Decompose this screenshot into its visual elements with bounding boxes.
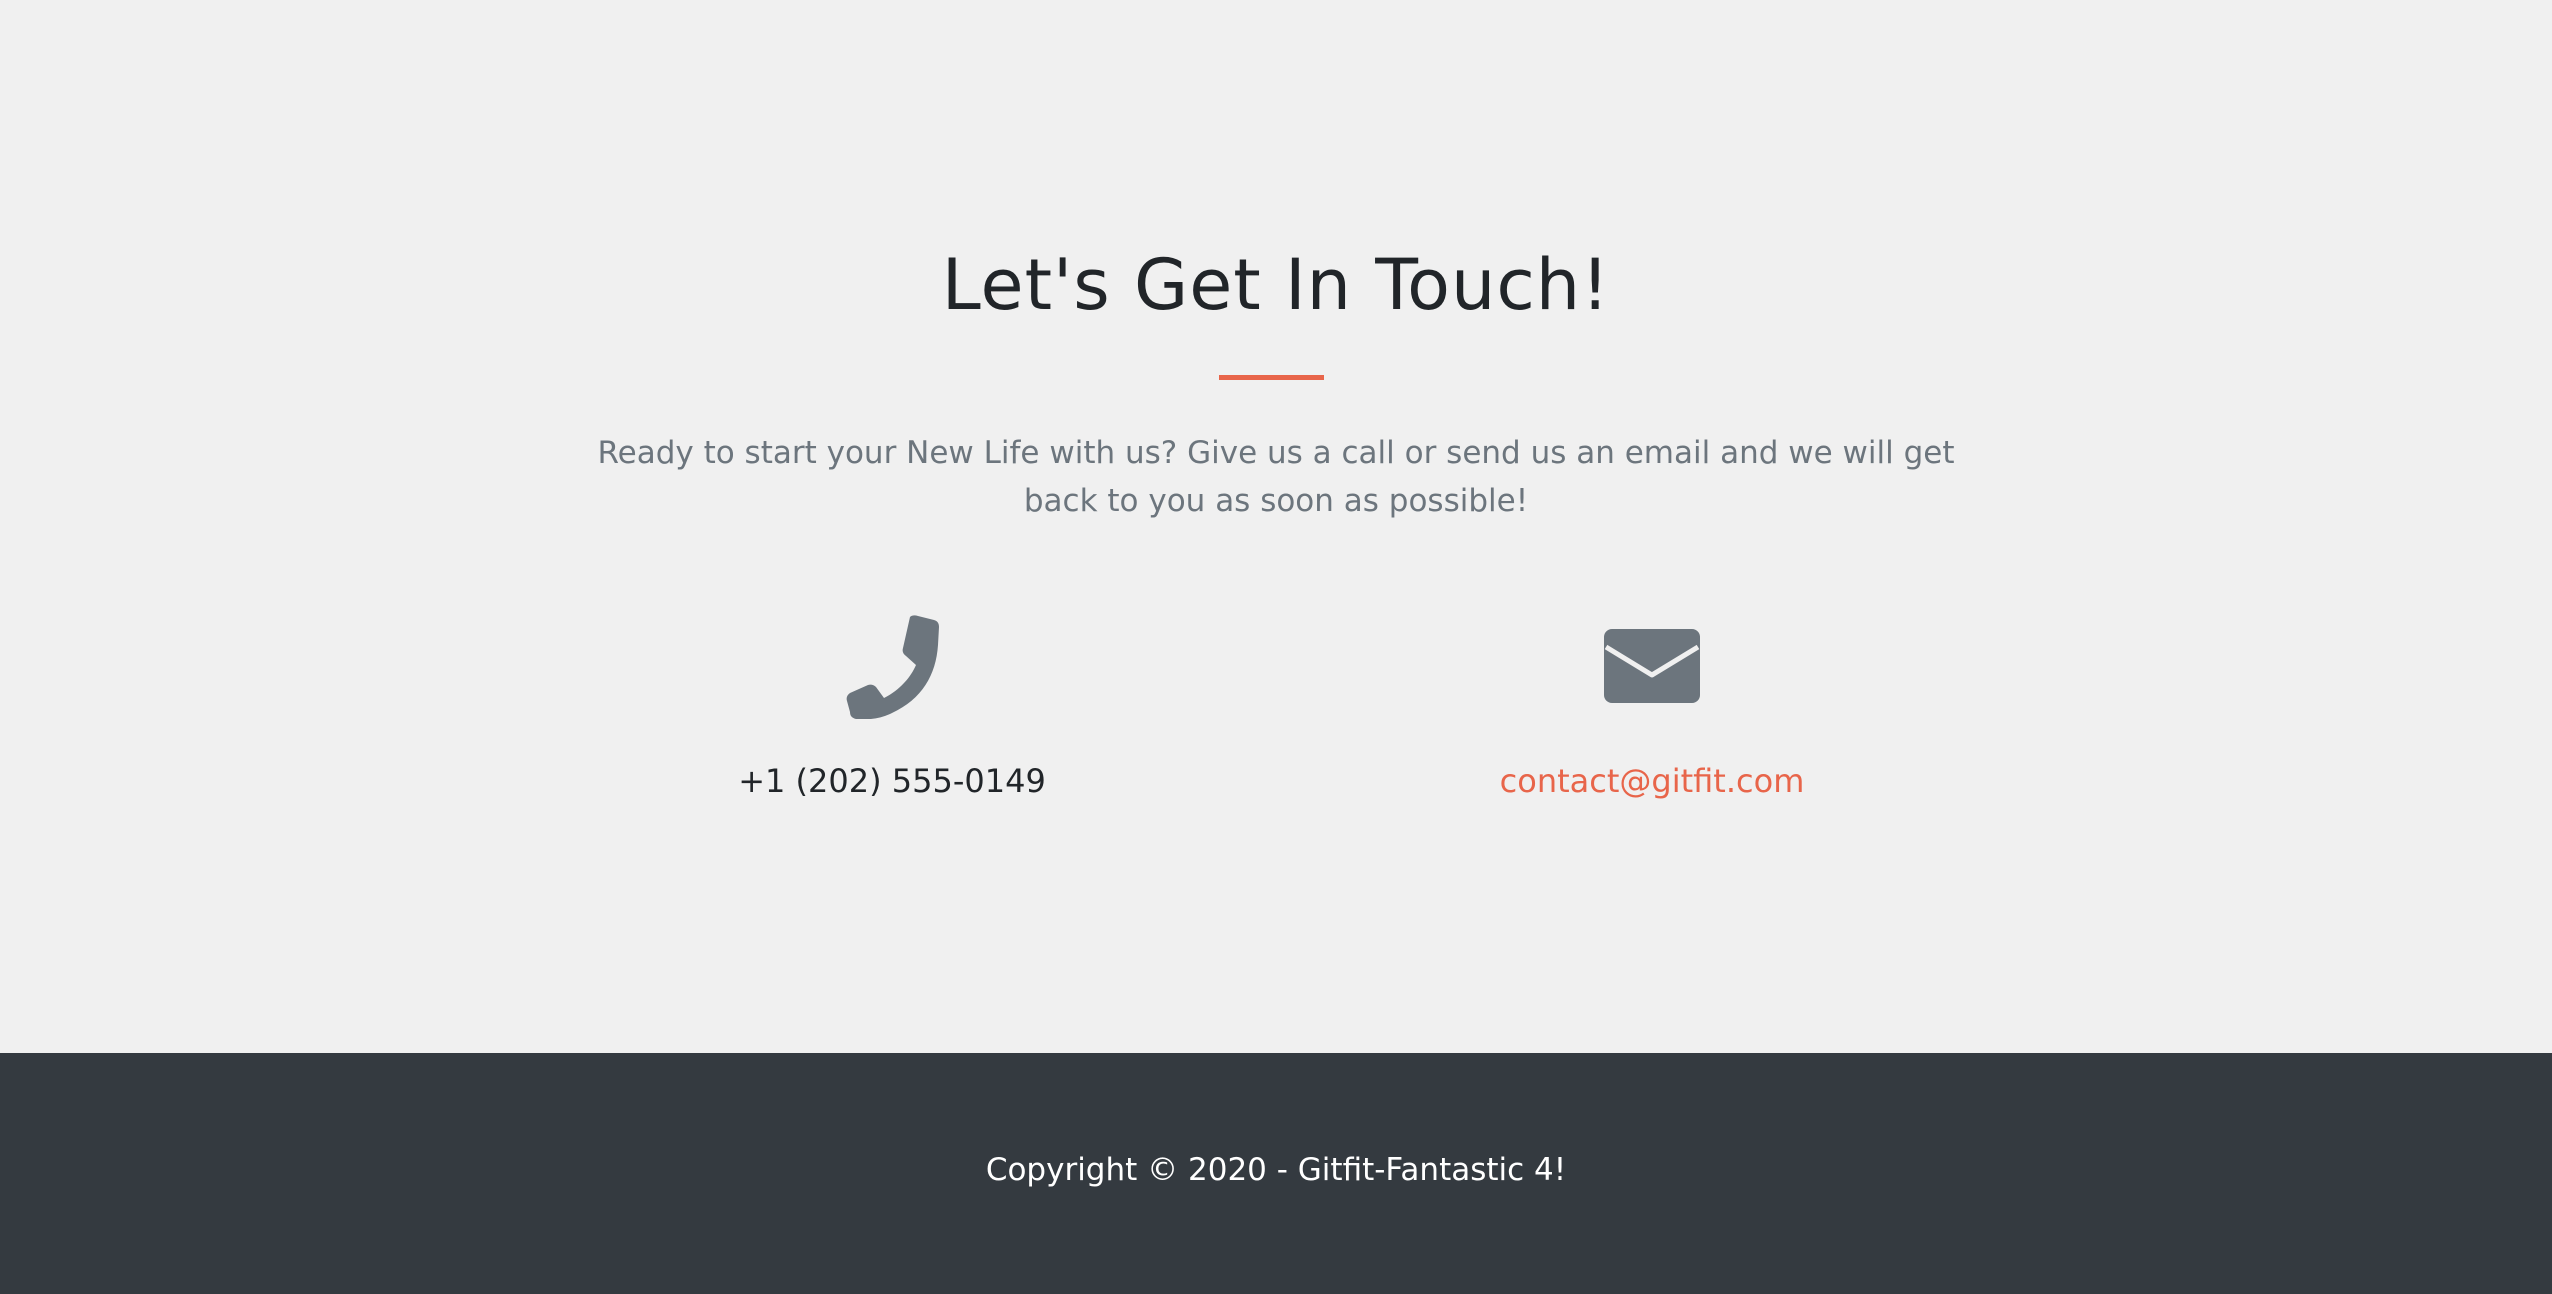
phone-icon [832,615,952,719]
contact-title: Let's Get In Touch! [941,244,1611,326]
footer-copyright: Copyright © 2020 - Gitfit-Fantastic 4! [985,1152,1567,1188]
contact-section: Let's Get In Touch! Ready to start your … [0,0,2552,1053]
email-link[interactable]: contact@gitfit.com [1352,759,1952,803]
envelope-icon [1592,615,1712,719]
site-footer: Copyright © 2020 - Gitfit-Fantastic 4! [0,1053,2552,1294]
title-divider [1219,375,1324,380]
footer-copyright-wrap: Copyright © 2020 - Gitfit-Fantastic 4! [0,1148,2552,1192]
contact-phone: +1 (202) 555-0149 [592,615,1192,803]
contact-email: contact@gitfit.com [1352,615,1952,803]
phone-number: +1 (202) 555-0149 [738,762,1046,800]
contact-lead-text: Ready to start your New Life with us? Gi… [597,435,1955,519]
